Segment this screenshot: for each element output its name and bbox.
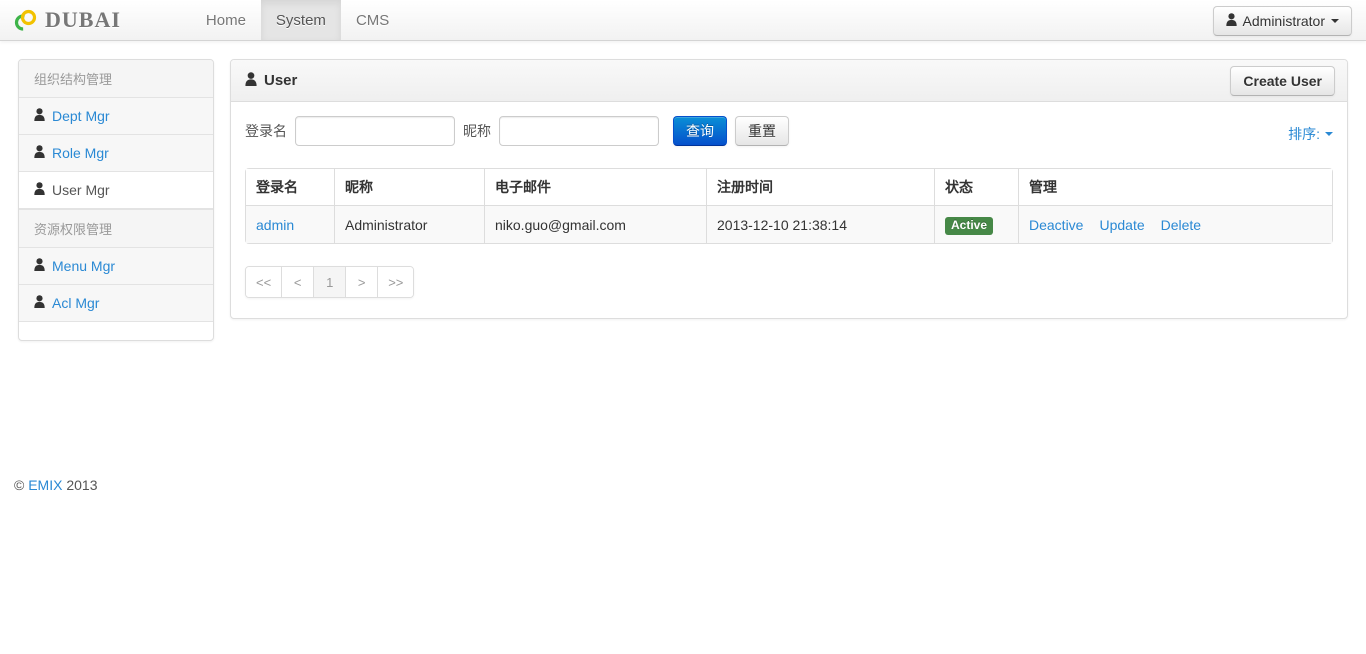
sidebar-item-dept-mgr[interactable]: Dept Mgr: [19, 98, 213, 135]
navbar-right: Administrator: [1213, 6, 1352, 36]
column-header-status: 状态: [934, 169, 1018, 206]
login-name-input[interactable]: [295, 116, 455, 146]
column-header-email: 电子邮件: [484, 169, 706, 206]
sidebar: 组织结构管理 Dept Mgr Role Mgr: [18, 59, 214, 341]
column-header-regtime: 注册时间: [706, 169, 934, 206]
pagination-page-1[interactable]: 1: [313, 267, 345, 297]
cell-nickname: Administrator: [334, 206, 484, 243]
row-actions: Deactive Update Delete: [1029, 215, 1322, 235]
nav-item-home[interactable]: Home: [191, 0, 261, 40]
sidebar-item-user-mgr[interactable]: User Mgr: [19, 172, 213, 209]
top-navbar: DUBAI Home System CMS Administrator: [0, 0, 1366, 41]
user-login-link[interactable]: admin: [256, 217, 294, 233]
sort-label: 排序:: [1288, 124, 1320, 144]
table-body: admin Administrator niko.guo@gmail.com 2…: [246, 206, 1332, 243]
sort-dropdown[interactable]: 排序:: [1288, 124, 1333, 144]
pagination-prev[interactable]: <: [281, 267, 313, 297]
table-row: admin Administrator niko.guo@gmail.com 2…: [246, 206, 1332, 243]
search-submit-button[interactable]: 查询: [673, 116, 727, 146]
person-icon: [34, 182, 45, 198]
table-header: 登录名 昵称 电子邮件 注册时间 状态 管理: [246, 169, 1332, 206]
brand-logo[interactable]: DUBAI: [0, 0, 137, 40]
panel-header: User Create User: [231, 60, 1347, 102]
delete-link[interactable]: Delete: [1161, 215, 1201, 235]
person-icon: [34, 295, 45, 311]
column-header-login: 登录名: [246, 169, 334, 206]
page-container: 组织结构管理 Dept Mgr Role Mgr: [0, 41, 1366, 341]
pagination-next[interactable]: >: [345, 267, 377, 297]
create-user-button[interactable]: Create User: [1230, 66, 1335, 96]
pagination: << < 1 > >>: [245, 266, 414, 298]
nav-items: Home System CMS: [191, 0, 404, 40]
nickname-input[interactable]: [499, 116, 659, 146]
sidebar-item-label: Acl Mgr: [52, 295, 99, 311]
search-form: 登录名 昵称 查询 重置 排序:: [245, 116, 1333, 146]
pagination-first[interactable]: <<: [246, 267, 281, 297]
cell-login: admin: [246, 206, 334, 243]
cell-status: Active: [934, 206, 1018, 243]
dubai-logo-icon: [14, 9, 38, 31]
sidebar-group-header-resource: 资源权限管理: [19, 209, 213, 248]
search-reset-button[interactable]: 重置: [735, 116, 789, 146]
sidebar-item-role-mgr[interactable]: Role Mgr: [19, 135, 213, 172]
user-menu-label: Administrator: [1243, 13, 1325, 29]
column-header-nickname: 昵称: [334, 169, 484, 206]
panel-body: 登录名 昵称 查询 重置 排序: 登录名 昵称 电子邮件 注册时间: [231, 102, 1347, 318]
status-badge: Active: [945, 217, 993, 235]
cell-manage: Deactive Update Delete: [1018, 206, 1332, 243]
login-name-label: 登录名: [245, 121, 287, 141]
sidebar-item-label: Dept Mgr: [52, 108, 110, 124]
caret-down-icon: [1331, 19, 1339, 23]
cell-email: niko.guo@gmail.com: [484, 206, 706, 243]
person-icon: [1226, 13, 1237, 29]
copyright-symbol: ©: [14, 477, 24, 493]
person-icon: [34, 145, 45, 161]
page-title: User: [245, 72, 297, 90]
chevron-down-icon: [1325, 132, 1333, 136]
nickname-label: 昵称: [463, 121, 491, 141]
table-header-row: 登录名 昵称 电子邮件 注册时间 状态 管理: [246, 169, 1332, 206]
panel-title-label: User: [264, 72, 297, 89]
user-panel: User Create User 登录名 昵称 查询 重置 排序:: [230, 59, 1348, 319]
emix-link[interactable]: EMIX: [28, 477, 62, 493]
brand-text: DUBAI: [45, 9, 121, 31]
copyright-year: 2013: [66, 477, 97, 493]
nav-item-cms[interactable]: CMS: [341, 0, 404, 40]
sidebar-item-label: Menu Mgr: [52, 258, 115, 274]
column-header-manage: 管理: [1018, 169, 1332, 206]
user-menu-button[interactable]: Administrator: [1213, 6, 1352, 36]
sidebar-item-menu-mgr[interactable]: Menu Mgr: [19, 248, 213, 285]
deactive-link[interactable]: Deactive: [1029, 215, 1083, 235]
sidebar-item-acl-mgr[interactable]: Acl Mgr: [19, 285, 213, 322]
person-icon: [34, 108, 45, 124]
sidebar-item-label: User Mgr: [52, 182, 110, 198]
update-link[interactable]: Update: [1099, 215, 1144, 235]
person-icon: [34, 258, 45, 274]
page-footer: © EMIX 2013: [0, 459, 1366, 493]
sidebar-item-label: Role Mgr: [52, 145, 109, 161]
pagination-last[interactable]: >>: [377, 267, 413, 297]
user-table: 登录名 昵称 电子邮件 注册时间 状态 管理 admin Administrat…: [245, 168, 1333, 244]
person-icon: [245, 72, 257, 90]
nav-item-system[interactable]: System: [261, 0, 341, 40]
cell-regtime: 2013-12-10 21:38:14: [706, 206, 934, 243]
sidebar-group-header-org: 组织结构管理: [19, 60, 213, 98]
